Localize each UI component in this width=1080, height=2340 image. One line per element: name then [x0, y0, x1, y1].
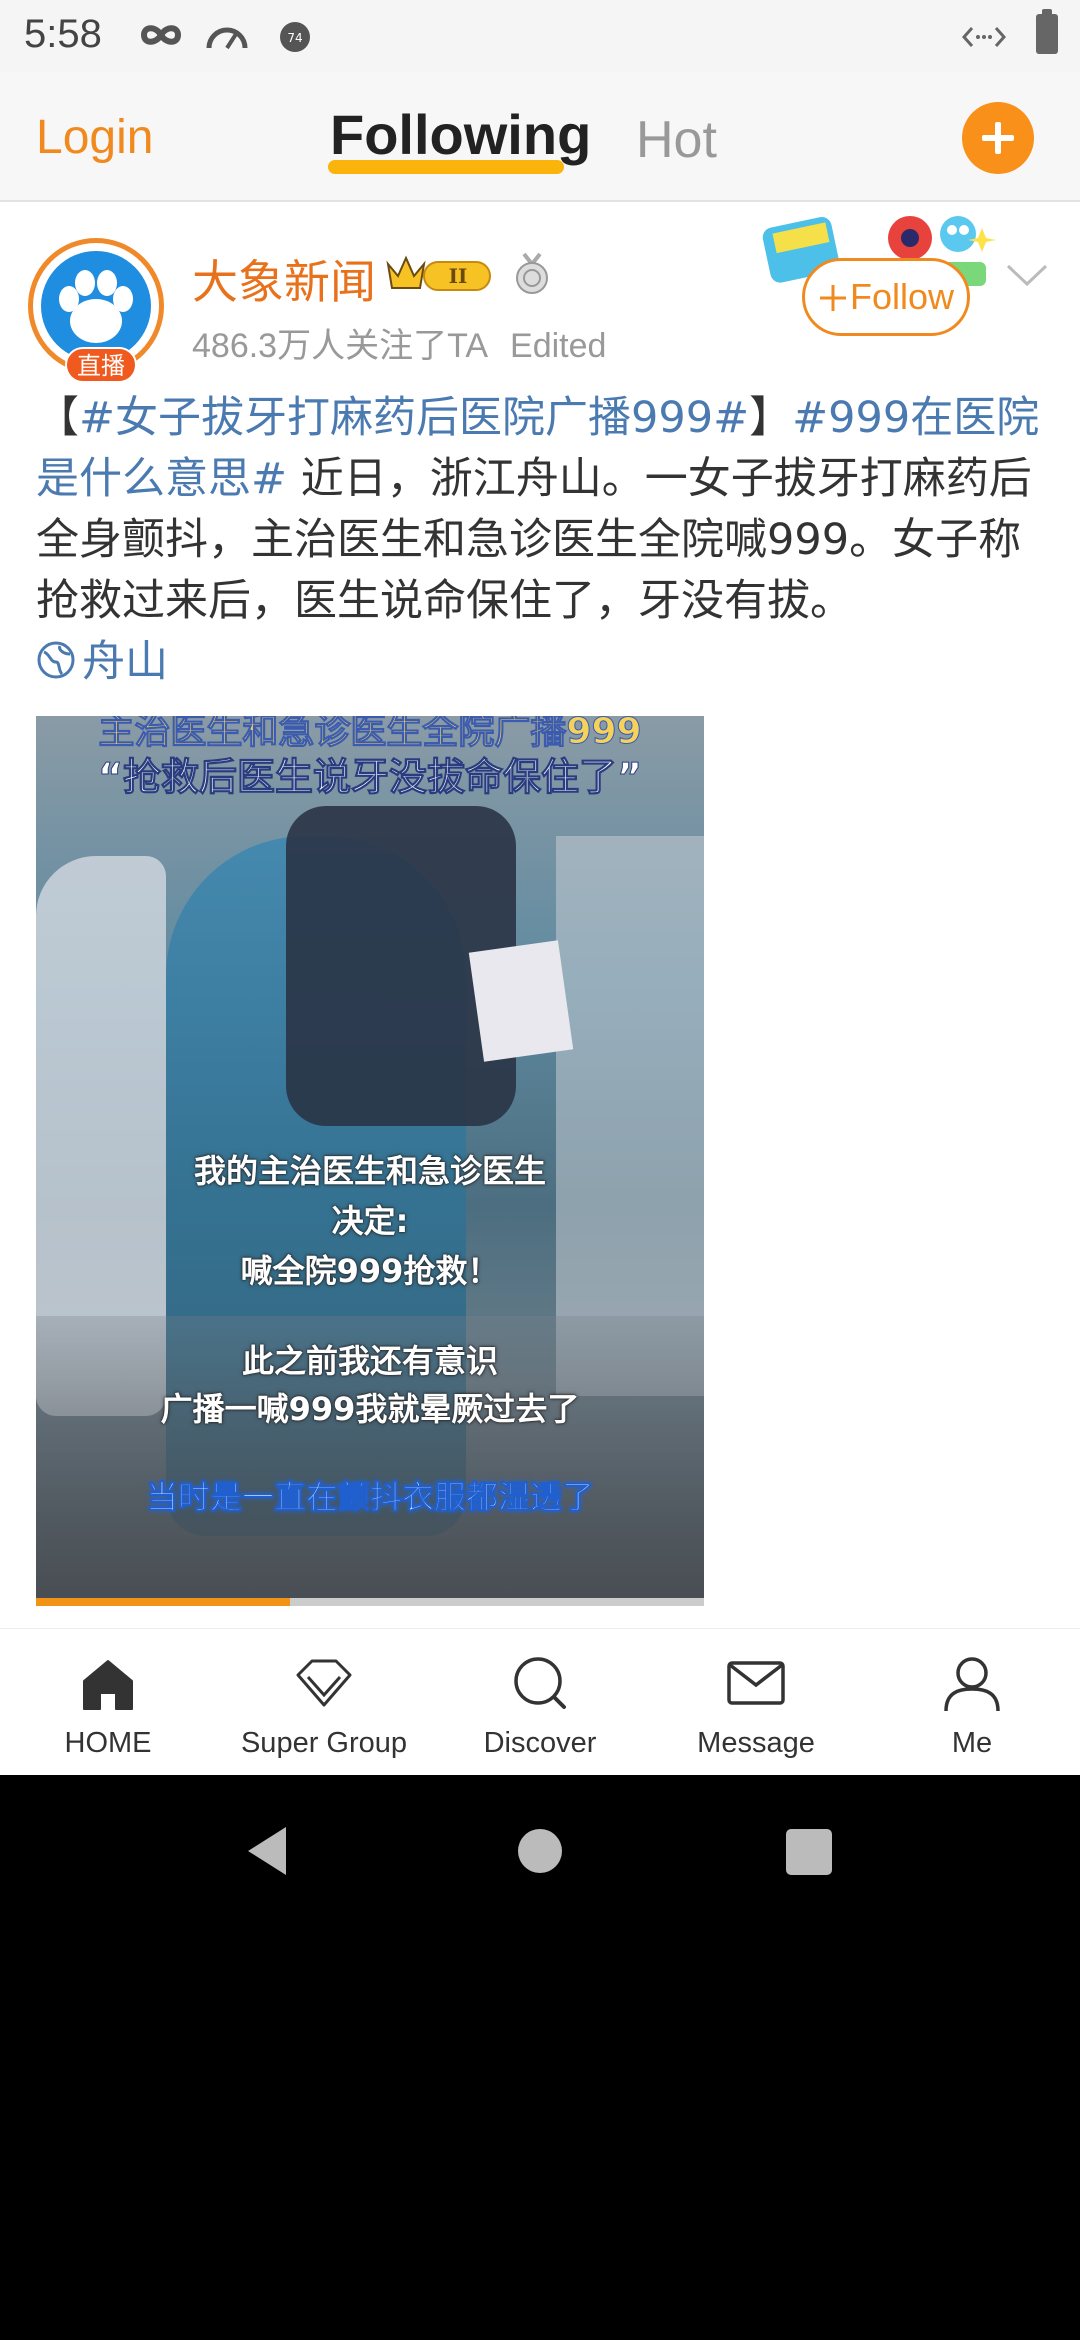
level-badge-text: II	[449, 264, 468, 288]
globe-location-icon	[37, 641, 75, 679]
status-time: 5:58	[24, 12, 102, 56]
video-caption-line: 此之前我还有意识	[241, 1342, 498, 1380]
person-icon	[944, 1657, 1000, 1712]
bracket-close: 】	[749, 393, 793, 443]
author-meta: 486.3万人关注了TA Edited	[192, 318, 606, 367]
hashtag-link[interactable]: #女子拔牙打麻药后医院广播999#	[79, 393, 749, 443]
video-progress-fill	[36, 1598, 290, 1606]
tab-following-label: Following	[330, 103, 592, 166]
mail-icon	[727, 1661, 785, 1705]
nav-super-group-label: Super Group	[240, 1727, 408, 1759]
home-icon	[83, 1660, 133, 1710]
video-caption-line: 我的主治医生和急诊医生	[193, 1152, 546, 1190]
nav-home-label: HOME	[64, 1727, 152, 1759]
location-link[interactable]: 舟山	[36, 632, 1046, 693]
paw-logo-icon	[59, 270, 133, 343]
data-transfer-icon	[962, 27, 1006, 47]
system-nav-bar	[0, 1775, 1080, 1925]
post-text: 【#女子拔牙打麻药后医院广播999#】#999在医院是什么意思# 近日，浙江舟山…	[36, 388, 1046, 693]
svg-text:74: 74	[287, 31, 302, 45]
bracket-open: 【	[36, 393, 79, 443]
bottom-nav: HOME Super Group Discover Message Me	[0, 1628, 1080, 1775]
follow-button[interactable]: Follow	[802, 258, 970, 336]
follow-button-label: Follow	[849, 276, 955, 317]
login-link[interactable]: Login	[36, 110, 153, 165]
video-scene-label	[468, 940, 574, 1062]
battery-icon	[1036, 9, 1058, 54]
edited-label: Edited	[510, 327, 607, 365]
nav-message-label: Message	[697, 1727, 815, 1759]
recents-icon[interactable]	[786, 1829, 832, 1875]
nav-me-label: Me	[951, 1727, 993, 1759]
infinity-icon	[140, 25, 182, 45]
medal-icon	[516, 252, 548, 294]
diamond-icon	[296, 1659, 352, 1707]
notification-badge-icon: 74	[280, 22, 310, 52]
nav-super-group[interactable]: Super Group	[216, 1629, 432, 1776]
nav-me[interactable]: Me	[864, 1629, 1080, 1776]
home-nav-icon[interactable]	[518, 1829, 562, 1873]
follower-count: 486.3万人关注了TA	[192, 327, 489, 365]
video-progress-bar[interactable]	[36, 1598, 704, 1606]
avatar-image	[41, 251, 151, 361]
crown-level-icon: II	[386, 255, 491, 291]
location-label: 舟山	[82, 637, 168, 687]
video-scene-right	[556, 836, 704, 1396]
nav-discover-label: Discover	[483, 1727, 597, 1759]
app-screen: 5:58 74 Login Following Hot 直播 大象新闻 II 4…	[0, 0, 1080, 1775]
nav-message[interactable]: Message	[648, 1629, 864, 1776]
compose-button[interactable]	[962, 102, 1034, 174]
back-icon[interactable]	[244, 1823, 290, 1879]
tab-hot[interactable]: Hot	[636, 110, 717, 170]
top-nav: Login Following Hot	[0, 72, 1080, 202]
search-icon	[514, 1657, 566, 1709]
tab-following[interactable]: Following	[330, 102, 591, 167]
video-caption-line: 喊全院999抢救！	[240, 1252, 500, 1290]
video-caption-bottom: 当时是一直在颤抖衣服都湿透了	[145, 1478, 594, 1517]
avatar[interactable]: 直播	[28, 238, 164, 383]
nav-home[interactable]: HOME	[0, 1629, 216, 1776]
status-bar: 5:58 74	[0, 0, 1080, 72]
plus-icon	[819, 285, 846, 311]
author-name[interactable]: 大象新闻	[192, 246, 376, 312]
video-caption-line: 广播一喊999我就晕厥过去了	[160, 1390, 580, 1428]
video-caption-line: 决定:	[331, 1202, 409, 1240]
video-caption-subtitle: “抢救后医生说牙没拔命保住了”	[98, 755, 643, 800]
chevron-down-icon[interactable]	[1004, 254, 1050, 294]
nav-discover[interactable]: Discover	[432, 1629, 648, 1776]
live-badge: 直播	[65, 347, 137, 383]
speedometer-icon	[206, 27, 248, 50]
post-video[interactable]: 主治医生和急诊医生全院广播999 “抢救后医生说牙没拔命保住了” 我的主治医生和…	[36, 716, 704, 1606]
